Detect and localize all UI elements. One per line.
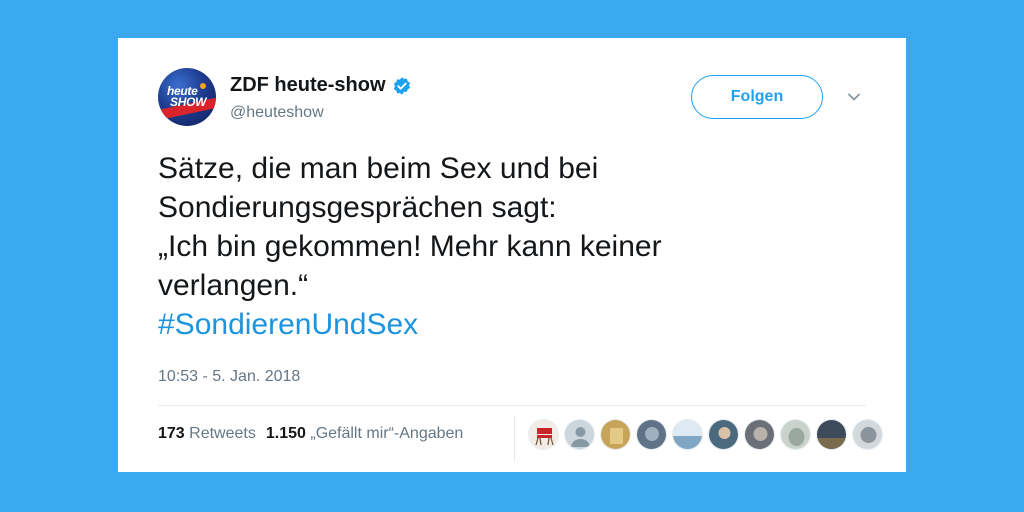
retweets-stat[interactable]: 173 Retweets bbox=[158, 425, 256, 443]
tweet-text-line: Sätze, die man beim Sex und bei bbox=[158, 152, 599, 185]
chevron-down-icon[interactable] bbox=[846, 89, 862, 105]
tweet-card: heute SHOW ZDF heute-show @heuteshow Fol… bbox=[118, 38, 906, 472]
user-photo-icon[interactable] bbox=[672, 419, 703, 450]
user-photo-icon[interactable] bbox=[708, 419, 739, 450]
follow-button[interactable]: Folgen bbox=[691, 75, 823, 119]
verified-badge-icon bbox=[393, 76, 410, 95]
engagement-stats: 173 Retweets 1.150 „Gefällt mir“-Angaben bbox=[158, 425, 463, 443]
user-photo-icon[interactable] bbox=[816, 419, 847, 450]
chair-icon[interactable] bbox=[528, 419, 559, 450]
avatar-logo-text-2: SHOW bbox=[170, 95, 207, 109]
author-handle[interactable]: @heuteshow bbox=[230, 104, 324, 122]
tweet-timestamp[interactable]: 10:53 - 5. Jan. 2018 bbox=[158, 368, 300, 386]
user-photo-icon[interactable] bbox=[600, 419, 631, 450]
hashtag-link[interactable]: #SondierenUndSex bbox=[158, 305, 878, 344]
likes-label: „Gefällt mir“-Angaben bbox=[310, 425, 464, 442]
divider bbox=[158, 405, 866, 406]
tweet-text-line: Sondierungsgesprächen sagt: bbox=[158, 191, 557, 224]
author-display-name[interactable]: ZDF heute-show bbox=[230, 74, 386, 97]
default-user-icon[interactable] bbox=[564, 419, 595, 450]
profile-avatar[interactable]: heute SHOW bbox=[158, 68, 216, 126]
tweet-text-line: „Ich bin gekommen! Mehr kann keiner bbox=[158, 230, 662, 263]
avatar-logo-dot bbox=[200, 83, 206, 89]
liker-avatars bbox=[528, 419, 883, 450]
user-photo-icon[interactable] bbox=[636, 419, 667, 450]
author-name-row: ZDF heute-show bbox=[230, 74, 412, 97]
stats-separator bbox=[514, 416, 515, 462]
user-photo-icon[interactable] bbox=[780, 419, 811, 450]
user-photo-icon[interactable] bbox=[744, 419, 775, 450]
tweet-text-line: verlangen.“ bbox=[158, 269, 309, 302]
user-photo-icon[interactable] bbox=[852, 419, 883, 450]
likes-stat[interactable]: 1.150 „Gefällt mir“-Angaben bbox=[266, 425, 463, 443]
retweets-label: Retweets bbox=[189, 425, 256, 442]
retweets-count: 173 bbox=[158, 425, 185, 442]
likes-count: 1.150 bbox=[265, 425, 306, 442]
tweet-text: Sätze, die man beim Sex und bei Sondieru… bbox=[158, 149, 878, 344]
